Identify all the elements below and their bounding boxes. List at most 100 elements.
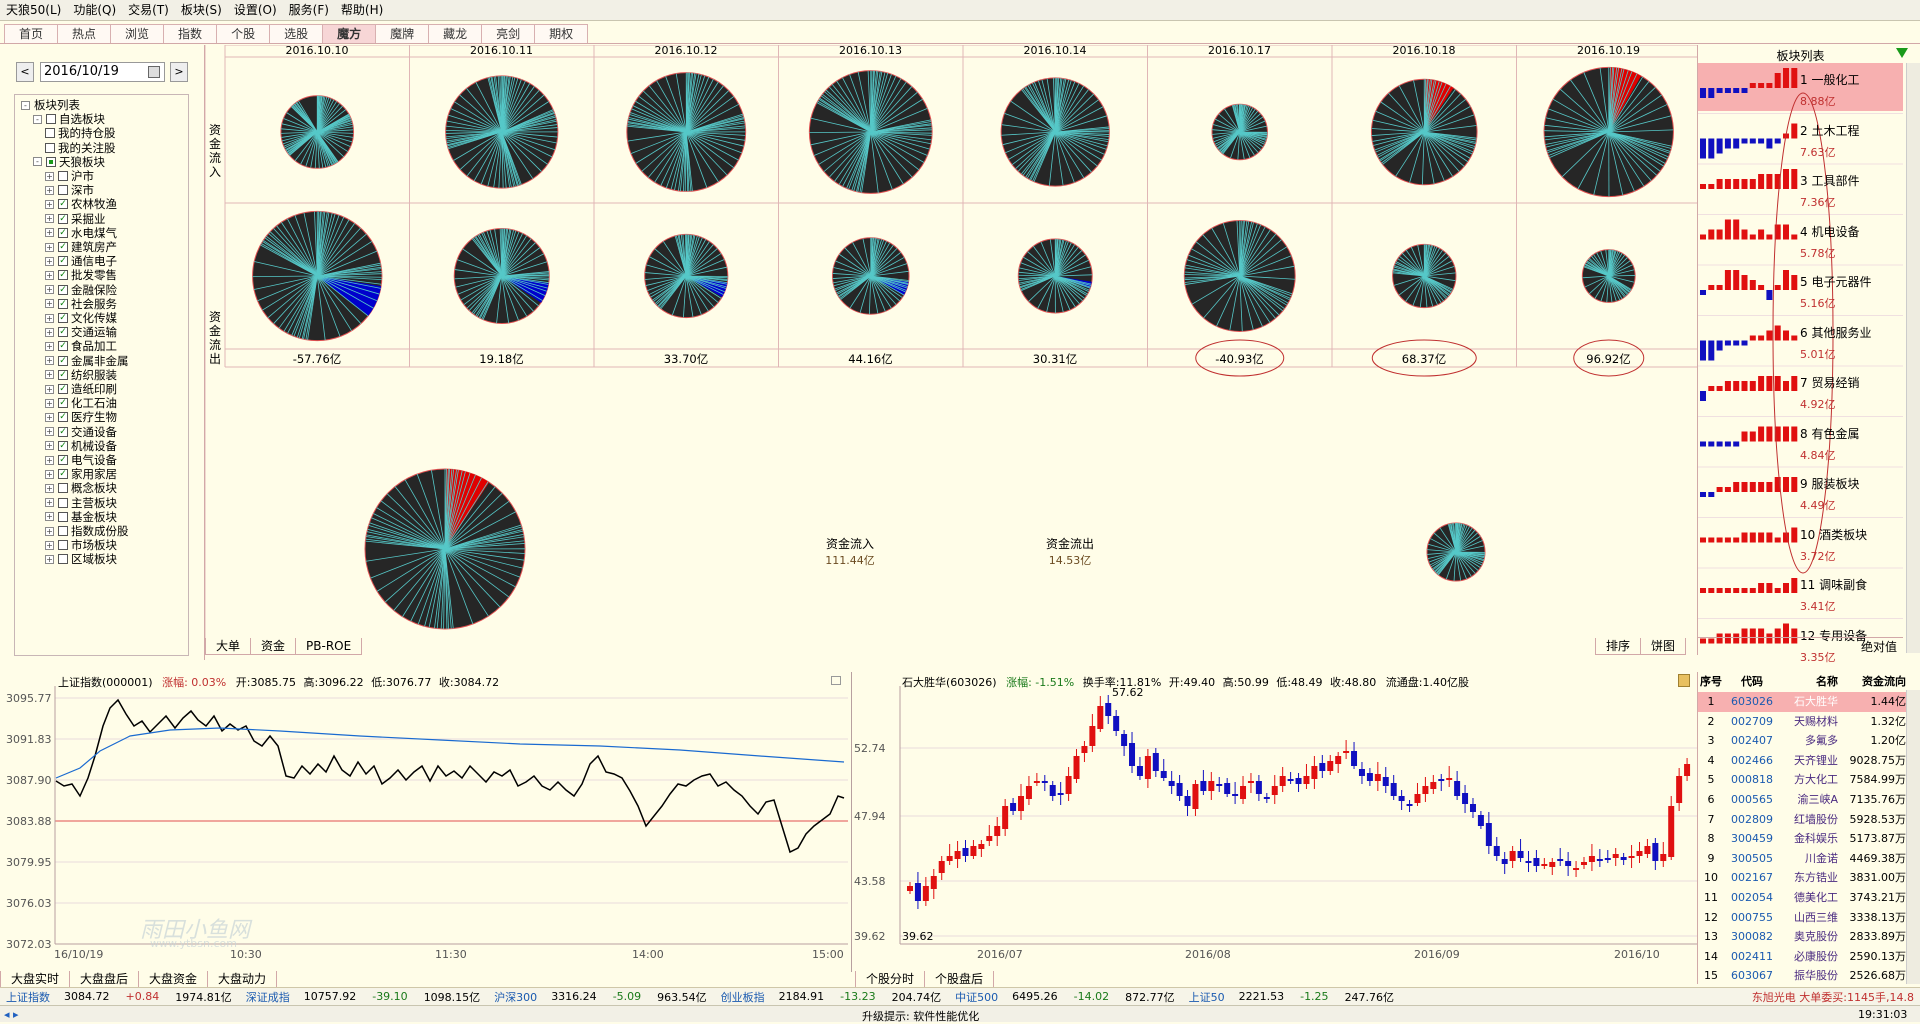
tree-node[interactable]: 我的持仓股 <box>45 126 116 140</box>
tab-capital[interactable]: 资金 <box>250 638 296 655</box>
tree-node[interactable]: +区域板块 <box>45 552 117 566</box>
table-row[interactable]: 14002411必康股份2590.13万 <box>1698 947 1906 967</box>
tab-10[interactable]: 期权 <box>534 24 588 43</box>
expand-icon[interactable]: + <box>45 498 54 507</box>
expand-icon[interactable]: + <box>45 172 54 181</box>
menu-service[interactable]: 服务(F) <box>283 0 335 21</box>
tree-node[interactable]: +✓金属非金属 <box>45 354 129 368</box>
bottom-tab-3[interactable]: 大盘动力 <box>207 971 277 988</box>
tree-node[interactable]: +✓交通运输 <box>45 325 117 339</box>
tree-node[interactable]: +✓农林牧渔 <box>45 197 117 211</box>
bottom-tab-1[interactable]: 大盘盘后 <box>69 971 139 988</box>
collapse-icon[interactable]: - <box>33 157 42 166</box>
table-row[interactable]: 3002407多氟多1.20亿 <box>1698 731 1906 751</box>
tree-node[interactable]: +基金板块 <box>45 510 117 524</box>
expand-icon[interactable]: + <box>45 484 54 493</box>
table-row[interactable]: 6000565渝三峡A7135.76万 <box>1698 790 1906 810</box>
expand-icon[interactable]: + <box>45 328 54 337</box>
checkbox[interactable]: ✓ <box>58 455 68 465</box>
collapse-icon[interactable]: - <box>33 115 42 124</box>
tree-node[interactable]: +✓食品加工 <box>45 339 117 353</box>
checkbox[interactable] <box>58 171 68 181</box>
tree-node[interactable]: +✓批发零售 <box>45 268 117 282</box>
checkbox[interactable] <box>58 540 68 550</box>
table-row[interactable]: 13300082奥克股份2833.89万 <box>1698 927 1906 947</box>
checkbox[interactable]: ✓ <box>58 270 68 280</box>
expand-icon[interactable]: + <box>45 342 54 351</box>
expand-icon[interactable]: + <box>45 214 54 223</box>
tree-node[interactable]: +深市 <box>45 183 94 197</box>
tree-node[interactable]: -天狼板块 <box>33 155 105 169</box>
header-index[interactable]: 序号 <box>1698 672 1724 692</box>
sector-name-0[interactable]: 1 一般化工 <box>1800 71 1859 88</box>
collapse-icon[interactable]: - <box>21 101 30 110</box>
checkbox[interactable] <box>58 526 68 536</box>
checkbox[interactable] <box>58 554 68 564</box>
sector-list-scrollbar[interactable] <box>1906 63 1920 653</box>
checkbox[interactable]: ✓ <box>58 370 68 380</box>
expand-icon[interactable]: + <box>45 285 54 294</box>
header-flow[interactable]: 资金流向 <box>1838 672 1906 692</box>
stock-tab-1[interactable]: 个股盘后 <box>924 971 994 988</box>
tree-node[interactable]: +✓交通设备 <box>45 425 117 439</box>
expand-icon[interactable]: + <box>45 314 54 323</box>
expand-icon[interactable]: + <box>45 356 54 365</box>
sector-name-2[interactable]: 3 工具部件 <box>1800 172 1859 189</box>
checkbox[interactable]: ✓ <box>58 228 68 238</box>
tree-node[interactable]: +✓医疗生物 <box>45 410 117 424</box>
tab-4[interactable]: 个股 <box>216 24 270 43</box>
tree-node[interactable]: +✓金融保险 <box>45 283 117 297</box>
next-date-button[interactable]: > <box>170 62 188 82</box>
expand-icon[interactable]: + <box>45 399 54 408</box>
tree-node[interactable]: +✓机械设备 <box>45 439 117 453</box>
menu-settings[interactable]: 设置(O) <box>228 0 283 21</box>
tab-5[interactable]: 选股 <box>269 24 323 43</box>
checkbox[interactable]: ✓ <box>58 441 68 451</box>
table-row[interactable]: 8300459金科娱乐5173.87万 <box>1698 829 1906 849</box>
header-name[interactable]: 名称 <box>1780 672 1838 692</box>
expand-icon[interactable]: + <box>45 555 54 564</box>
expand-icon[interactable]: + <box>45 299 54 308</box>
tree-node[interactable]: +✓社会服务 <box>45 297 117 311</box>
sector-name-10[interactable]: 11 调味副食 <box>1800 576 1867 593</box>
stock-table-scrollbar[interactable] <box>1906 690 1920 984</box>
table-row[interactable]: 1603026石大胜华1.44亿 <box>1698 692 1906 712</box>
sector-name-3[interactable]: 4 机电设备 <box>1800 223 1859 240</box>
tree-node[interactable]: +✓建筑房产 <box>45 240 117 254</box>
table-row[interactable]: 9300505川金诺4469.38万 <box>1698 849 1906 869</box>
pie-view-button[interactable]: 饼图 <box>1640 638 1686 655</box>
expand-icon[interactable]: + <box>45 370 54 379</box>
tab-0[interactable]: 首页 <box>4 24 58 43</box>
checkbox[interactable] <box>58 512 68 522</box>
checkbox[interactable]: ✓ <box>58 199 68 209</box>
table-row[interactable]: 7002809红墙股份5928.53万 <box>1698 810 1906 830</box>
ticker-name[interactable]: 深证成指 <box>240 989 296 1005</box>
menu-function[interactable]: 功能(Q) <box>67 0 122 21</box>
table-row[interactable]: 5000818方大化工7584.99万 <box>1698 770 1906 790</box>
ticker-name[interactable]: 沪深300 <box>488 989 543 1005</box>
expand-icon[interactable]: + <box>45 413 54 422</box>
tab-big-order[interactable]: 大单 <box>205 638 251 655</box>
checkbox[interactable]: ✓ <box>58 313 68 323</box>
checkbox[interactable]: ✓ <box>58 214 68 224</box>
ticker-name[interactable]: 上证50 <box>1183 989 1231 1005</box>
tab-6[interactable]: 魔方 <box>322 24 376 43</box>
tab-2[interactable]: 浏览 <box>110 24 164 43</box>
expand-icon[interactable]: + <box>45 228 54 237</box>
expand-icon[interactable]: + <box>45 200 54 209</box>
expand-icon[interactable]: + <box>45 243 54 252</box>
tree-node[interactable]: +✓通信电子 <box>45 254 117 268</box>
sector-name-5[interactable]: 6 其他服务业 <box>1800 324 1871 341</box>
tab-1[interactable]: 热点 <box>57 24 111 43</box>
menu-help[interactable]: 帮助(H) <box>335 0 389 21</box>
ticker-name[interactable]: 中证500 <box>949 989 1004 1005</box>
app-menu[interactable]: 天狼50(L) <box>0 0 67 21</box>
table-row[interactable]: 10002167东方锆业3831.00万 <box>1698 868 1906 888</box>
status-nav-arrows[interactable]: ◂ ▸ <box>4 1008 19 1021</box>
checkbox[interactable]: ✓ <box>58 384 68 394</box>
checkbox[interactable]: ✓ <box>58 356 68 366</box>
expand-icon[interactable]: + <box>45 271 54 280</box>
checkbox[interactable]: ✓ <box>58 242 68 252</box>
expand-icon[interactable]: + <box>45 470 54 479</box>
expand-icon[interactable]: + <box>45 527 54 536</box>
